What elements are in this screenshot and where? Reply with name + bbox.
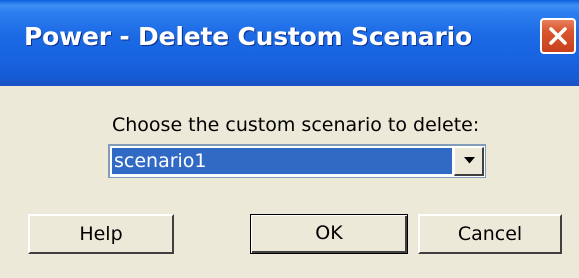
prompt-label: Choose the custom scenario to delete: bbox=[112, 114, 480, 136]
close-icon bbox=[549, 27, 567, 45]
ok-button[interactable]: OK bbox=[250, 214, 408, 254]
title-bar[interactable]: Power - Delete Custom Scenario bbox=[0, 0, 579, 86]
window-title: Power - Delete Custom Scenario bbox=[24, 22, 472, 51]
cancel-button[interactable]: Cancel bbox=[418, 214, 562, 254]
close-button[interactable] bbox=[540, 18, 576, 54]
help-button[interactable]: Help bbox=[28, 214, 174, 254]
dialog-body: Choose the custom scenario to delete: sc… bbox=[0, 86, 579, 278]
dialog-window: Power - Delete Custom Scenario Choose th… bbox=[0, 0, 579, 278]
scenario-select-value: scenario1 bbox=[112, 148, 452, 174]
scenario-select[interactable]: scenario1 bbox=[108, 144, 486, 178]
chevron-down-icon bbox=[464, 157, 475, 164]
dropdown-button[interactable] bbox=[454, 147, 484, 176]
